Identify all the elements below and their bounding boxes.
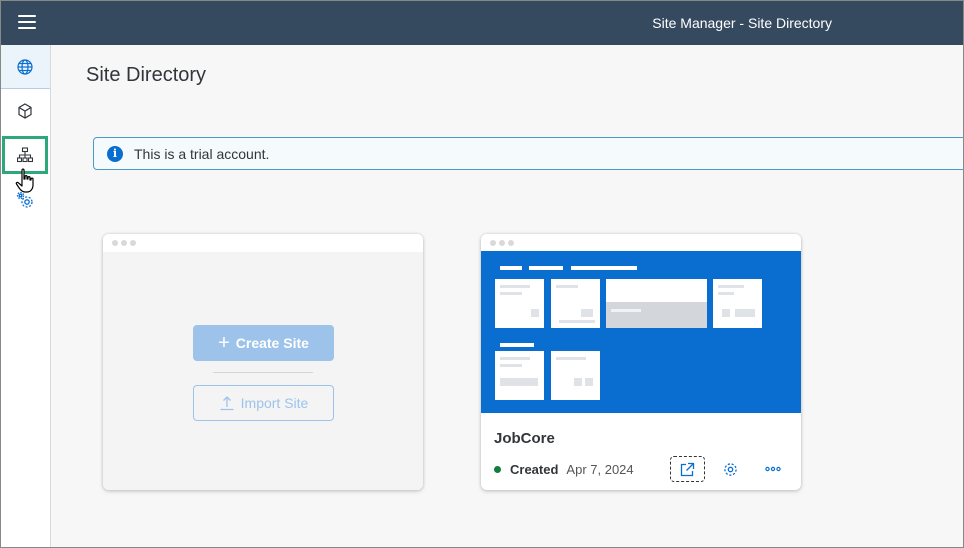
page-title: Site Directory bbox=[86, 64, 207, 86]
gear-icon bbox=[724, 462, 737, 476]
nav-item-sites[interactable] bbox=[0, 45, 50, 89]
card-window-header bbox=[103, 234, 423, 252]
created-date: Apr 7, 2024 bbox=[566, 462, 634, 477]
shell-bar: Site Manager - Site Directory bbox=[0, 0, 964, 45]
sitemap-icon bbox=[17, 147, 33, 163]
side-navigation bbox=[0, 45, 51, 548]
site-name[interactable]: JobCore bbox=[494, 430, 555, 447]
overflow-icon bbox=[764, 466, 781, 472]
site-status: Created Apr 7, 2024 bbox=[494, 462, 634, 477]
menu-icon[interactable] bbox=[18, 15, 36, 29]
open-site-button[interactable] bbox=[670, 456, 705, 482]
app-title: Site Manager - Site Directory bbox=[652, 15, 832, 31]
info-icon: i bbox=[107, 145, 123, 162]
site-settings-button[interactable] bbox=[713, 456, 748, 482]
divider bbox=[213, 372, 313, 373]
more-options-button[interactable] bbox=[755, 456, 790, 482]
globe-icon bbox=[17, 58, 33, 75]
window-dots bbox=[490, 240, 514, 246]
info-message-text: This is a trial account. bbox=[134, 145, 270, 162]
card-window-header bbox=[481, 234, 801, 252]
site-preview-thumbnail[interactable] bbox=[481, 251, 801, 413]
open-external-icon bbox=[680, 462, 695, 476]
upload-icon bbox=[220, 396, 234, 411]
new-site-card: + Create Site Import Site bbox=[103, 234, 423, 490]
status-label: Created bbox=[510, 462, 559, 477]
site-card[interactable]: JobCore Created Apr 7, 2024 bbox=[481, 234, 801, 490]
new-site-card-body: + Create Site Import Site bbox=[103, 252, 423, 490]
cube-icon bbox=[18, 103, 32, 119]
hand-cursor-icon bbox=[15, 168, 34, 193]
import-site-label: Import Site bbox=[240, 395, 309, 411]
window-dots bbox=[112, 240, 136, 246]
create-site-label: Create Site bbox=[235, 335, 309, 351]
import-site-button[interactable]: Import Site bbox=[193, 385, 334, 421]
info-message-strip: i This is a trial account. bbox=[93, 137, 964, 170]
nav-item-content[interactable] bbox=[0, 89, 50, 133]
create-site-button[interactable]: + Create Site bbox=[193, 325, 334, 361]
status-dot-icon bbox=[494, 466, 501, 473]
plus-icon: + bbox=[218, 332, 230, 354]
